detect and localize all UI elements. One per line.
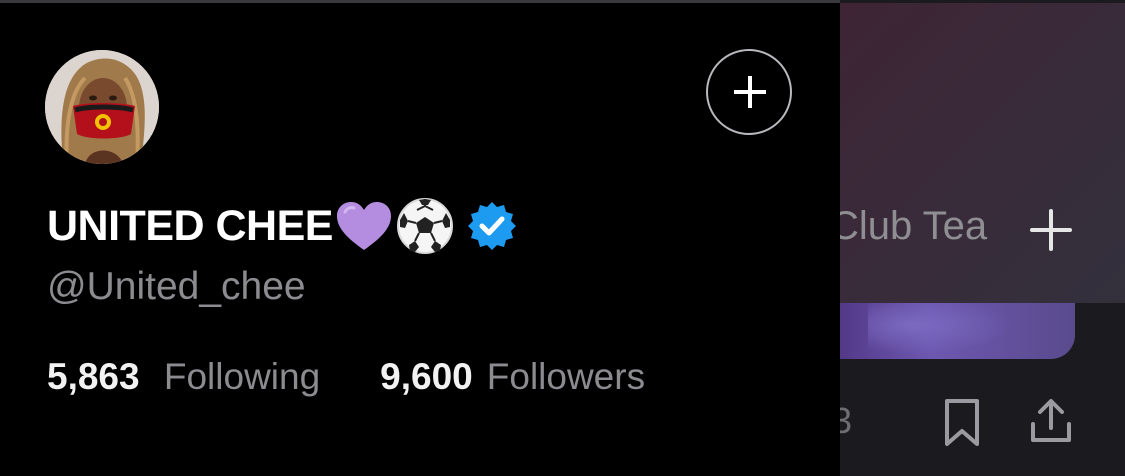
followers-link[interactable]: 9,600 Followers bbox=[380, 356, 645, 398]
background-count: 3 bbox=[840, 400, 853, 441]
followers-count: 9,600 bbox=[380, 356, 473, 397]
share-icon[interactable] bbox=[1028, 398, 1074, 444]
display-name[interactable]: UNITED CHEE bbox=[47, 202, 333, 251]
following-label: Following bbox=[163, 356, 321, 397]
followers-label: Followers bbox=[486, 356, 646, 397]
avatar-image bbox=[45, 50, 159, 164]
purple-heart-icon bbox=[336, 202, 391, 250]
username-handle[interactable]: @United_chee bbox=[47, 265, 306, 309]
add-account-button[interactable] bbox=[706, 49, 792, 135]
verified-badge-icon bbox=[467, 202, 516, 250]
following-link[interactable]: 5,863 Following bbox=[47, 356, 320, 398]
avatar[interactable] bbox=[45, 50, 159, 164]
follow-stats: 5,863 Following 9,600 Followers bbox=[47, 356, 645, 398]
background-timeline: Club Tea 3 bbox=[840, 0, 1125, 476]
soccer-ball-icon bbox=[396, 198, 453, 254]
side-drawer: UNITED CHEE @United_chee 5,863 Following bbox=[0, 3, 840, 476]
display-name-row: UNITED CHEE bbox=[47, 196, 519, 256]
following-count: 5,863 bbox=[47, 356, 140, 397]
bookmark-icon[interactable] bbox=[942, 398, 982, 448]
background-tab-label[interactable]: Club Tea bbox=[840, 204, 987, 249]
add-tab-icon[interactable] bbox=[1028, 207, 1074, 253]
background-header bbox=[840, 3, 1125, 303]
background-media-card bbox=[840, 303, 1075, 359]
